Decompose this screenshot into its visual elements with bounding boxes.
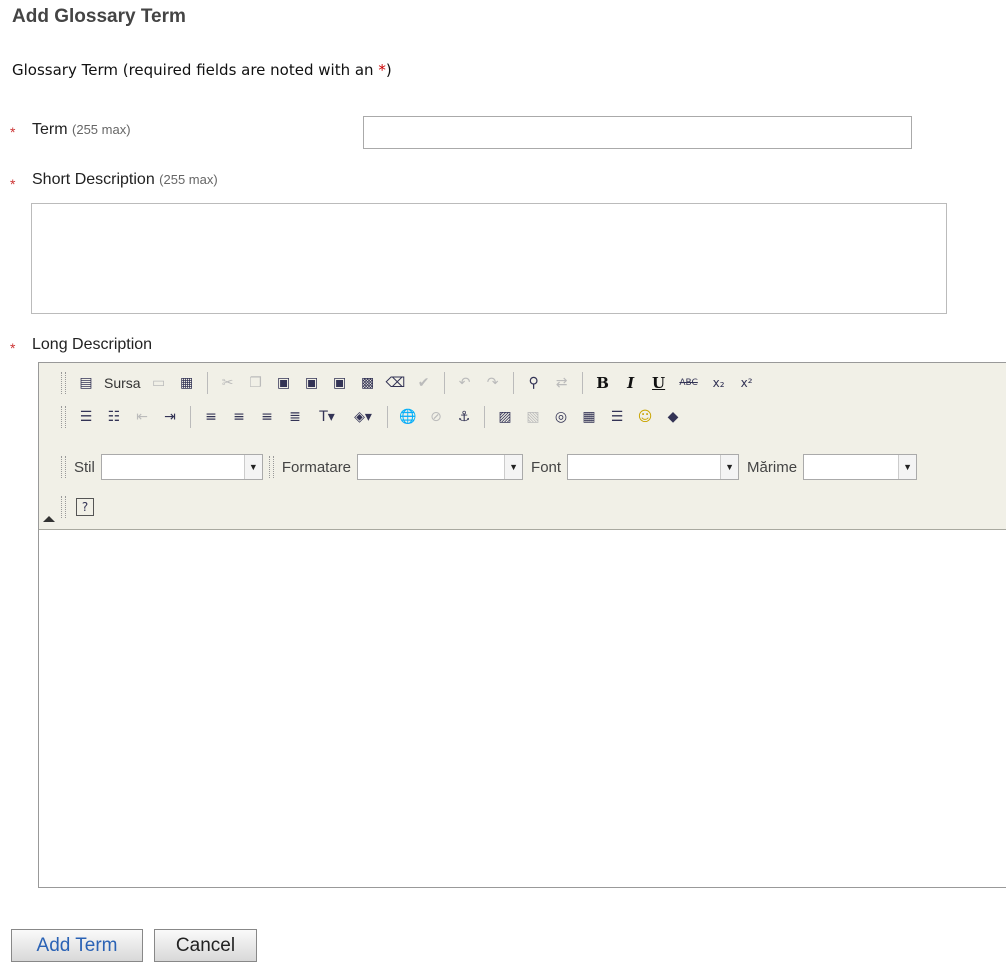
toolbar-grip	[61, 406, 66, 428]
toolbar-separator	[206, 372, 208, 394]
chevron-down-icon: ▼	[504, 455, 523, 479]
long-description-editor: ▤ Sursa ▭ ▦ ✂ ❐ ▣ ▣ ▣ ▩ ⌫ ✔ ↶ ↷ ⚲ ⇄ B I …	[38, 362, 1006, 888]
replace-icon[interactable]: ⇄	[552, 373, 572, 393]
required-marker-term: *	[10, 124, 16, 140]
short-description-label: Short Description (255 max)	[32, 171, 218, 189]
size-combo-label: Mărime	[747, 458, 798, 476]
horizontal-rule-icon[interactable]: ☰	[607, 407, 627, 427]
numbered-list-icon[interactable]: ☰	[76, 407, 96, 427]
anchor-icon[interactable]: ⚓	[454, 407, 474, 427]
term-hint: (255 max)	[72, 122, 131, 137]
term-label: Term (255 max)	[32, 121, 131, 139]
chevron-down-icon: ▼	[898, 455, 917, 479]
format-combo[interactable]: ▼	[357, 454, 524, 480]
page-title: Add Glossary Term	[12, 6, 186, 27]
align-center-icon[interactable]: ≡	[229, 407, 249, 427]
short-description-label-text: Short Description	[32, 171, 155, 188]
indent-icon[interactable]: ⇥	[160, 407, 180, 427]
image-icon[interactable]: ▨	[495, 407, 515, 427]
strike-button[interactable]: ABC	[677, 373, 701, 393]
subtitle-end: )	[385, 61, 392, 79]
spellcheck-icon[interactable]: ✔	[414, 373, 434, 393]
chevron-down-icon: ▼	[243, 455, 262, 479]
paste-icon[interactable]: ▣	[274, 373, 294, 393]
required-marker-short-description: *	[10, 176, 16, 192]
toolbar-separator	[484, 406, 485, 428]
link-icon[interactable]: 🌐	[398, 407, 418, 427]
source-button[interactable]: Sursa	[104, 373, 141, 393]
source-icon[interactable]: ▤	[76, 373, 96, 393]
term-label-text: Term	[32, 121, 68, 138]
help-button[interactable]: ?	[76, 498, 94, 516]
preview-icon[interactable]: ▭	[149, 373, 169, 393]
undo-icon[interactable]: ↶	[455, 373, 475, 393]
toolbar-row-4: ?	[61, 493, 98, 521]
text-color-icon[interactable]: T▾	[313, 407, 341, 427]
toolbar-grip	[61, 496, 66, 518]
bulleted-list-icon[interactable]: ☷	[104, 407, 124, 427]
editor-content-area[interactable]	[39, 530, 1006, 887]
short-description-textarea[interactable]	[31, 203, 947, 314]
table-icon[interactable]: ▦	[579, 407, 599, 427]
subtitle-text: Glossary Term (required fields are noted…	[12, 61, 379, 79]
required-marker-long-description: *	[10, 340, 16, 356]
term-input[interactable]	[363, 116, 912, 149]
chevron-down-icon: ▼	[720, 455, 739, 479]
align-right-icon[interactable]: ≡	[257, 407, 277, 427]
toolbar-separator	[190, 406, 191, 428]
long-description-label: Long Description	[32, 336, 153, 353]
cut-icon[interactable]: ✂	[218, 373, 238, 393]
toolbar-separator	[581, 372, 583, 394]
toolbar-row-3: Stil ▼ Formatare ▼ Font ▼ Mărime ▼	[61, 453, 918, 481]
font-combo-label: Font	[531, 458, 562, 476]
select-all-icon[interactable]: ▩	[358, 373, 378, 393]
paste-word-icon[interactable]: ▣	[330, 373, 350, 393]
toolbar-grip	[268, 456, 274, 478]
toolbar-separator	[443, 372, 445, 394]
paste-text-icon[interactable]: ▣	[302, 373, 322, 393]
underline-button[interactable]: U	[649, 373, 669, 393]
templates-icon[interactable]: ▦	[177, 373, 197, 393]
special-char-icon[interactable]: ◆	[663, 407, 683, 427]
add-term-button[interactable]: Add Term	[11, 929, 143, 962]
copy-icon[interactable]: ❐	[246, 373, 266, 393]
bold-button[interactable]: B	[593, 373, 613, 393]
background-color-icon[interactable]: ◈▾	[349, 407, 377, 427]
toolbar-separator	[512, 372, 514, 394]
short-description-hint: (255 max)	[159, 172, 218, 187]
remove-format-icon[interactable]: ⌫	[386, 373, 406, 393]
collapse-toolbar-icon[interactable]	[43, 516, 55, 522]
form-subtitle: Glossary Term (required fields are noted…	[12, 61, 392, 79]
size-combo[interactable]: ▼	[803, 454, 918, 480]
toolbar-grip	[61, 456, 66, 478]
find-icon[interactable]: ⚲	[524, 373, 544, 393]
subscript-button[interactable]: x₂	[709, 373, 729, 393]
unlink-icon[interactable]: ⊘	[426, 407, 446, 427]
justify-icon[interactable]: ≣	[285, 407, 305, 427]
toolbar-separator	[387, 406, 388, 428]
align-left-icon[interactable]: ≡	[201, 407, 221, 427]
media-icon[interactable]: ◎	[551, 407, 571, 427]
outdent-icon[interactable]: ⇤	[132, 407, 152, 427]
font-combo[interactable]: ▼	[567, 454, 740, 480]
toolbar-row-1: ▤ Sursa ▭ ▦ ✂ ❐ ▣ ▣ ▣ ▩ ⌫ ✔ ↶ ↷ ⚲ ⇄ B I …	[61, 369, 761, 397]
style-combo[interactable]: ▼	[100, 454, 263, 480]
format-combo-label: Formatare	[281, 458, 352, 476]
italic-button[interactable]: I	[621, 373, 641, 393]
toolbar-grip	[61, 372, 66, 394]
toolbar-row-2: ☰ ☷ ⇤ ⇥ ≡ ≡ ≡ ≣ T▾ ◈▾ 🌐 ⊘ ⚓ ▨ ▧ ◎ ▦ ☰ ☺ …	[61, 403, 687, 431]
style-combo-label: Stil	[74, 458, 95, 476]
editor-toolbar: ▤ Sursa ▭ ▦ ✂ ❐ ▣ ▣ ▣ ▩ ⌫ ✔ ↶ ↷ ⚲ ⇄ B I …	[39, 363, 1006, 530]
superscript-button[interactable]: x²	[737, 373, 757, 393]
cancel-button[interactable]: Cancel	[154, 929, 257, 962]
redo-icon[interactable]: ↷	[483, 373, 503, 393]
subtitle-asterisk: *	[378, 61, 386, 79]
flash-icon[interactable]: ▧	[523, 407, 543, 427]
smiley-icon[interactable]: ☺	[635, 407, 655, 427]
